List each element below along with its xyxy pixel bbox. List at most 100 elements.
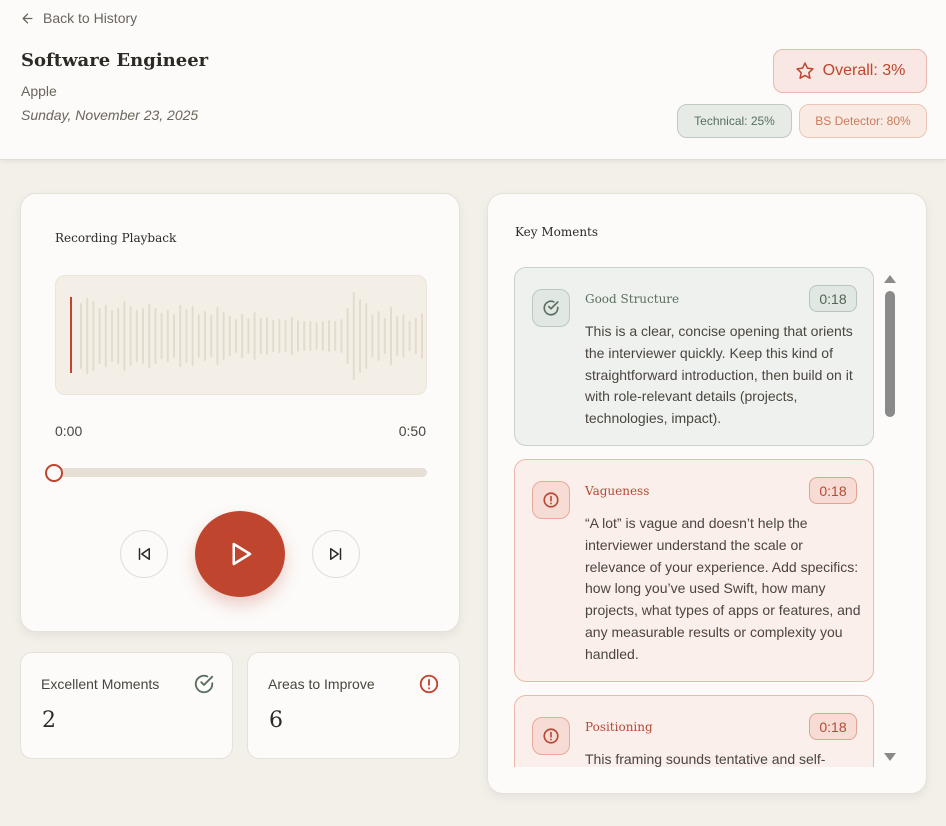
alert-circle-icon (543, 492, 559, 508)
waveform-bar (421, 313, 423, 359)
star-icon (795, 62, 814, 79)
overall-score-label: Overall: 3% (822, 62, 906, 79)
moment-timestamp[interactable]: 0:18 (809, 713, 857, 740)
check-circle-icon (543, 300, 559, 316)
areas-to-improve-count: 6 (269, 708, 283, 733)
total-time: 0:50 (398, 423, 426, 439)
play-button[interactable] (195, 511, 285, 597)
waveform-bar (123, 301, 126, 371)
moment-description: This framing sounds tentative and self- (585, 751, 826, 767)
waveform-bar (235, 319, 237, 353)
waveform-bar (396, 316, 399, 356)
waveform-bar (191, 306, 194, 366)
moment-label: Positioning (585, 720, 653, 734)
moment-label: Vagueness (585, 484, 650, 498)
waveform-bar (297, 320, 299, 352)
key-moments-list[interactable]: Good Structure 0:18 This is a clear, con… (514, 267, 876, 767)
progress-slider-thumb[interactable] (45, 464, 63, 482)
key-moment-item[interactable]: Positioning 0:18 This framing sounds ten… (514, 695, 874, 767)
scroll-down-arrow-icon[interactable] (883, 752, 897, 762)
waveform-bar (80, 303, 82, 369)
back-to-history-link[interactable]: Back to History (20, 9, 137, 27)
waveform-bar (408, 321, 411, 351)
moment-icon-box (532, 289, 570, 327)
audio-waveform[interactable] (55, 275, 427, 395)
key-moments-card: Key Moments Good Structure 0:18 This is … (487, 193, 927, 794)
waveform-bar (92, 301, 95, 371)
scrollbar-thumb[interactable] (885, 291, 895, 417)
waveform-bar (414, 318, 417, 354)
waveform-bar (173, 314, 175, 358)
moment-icon-box (532, 717, 570, 755)
waveform-bar (160, 313, 163, 359)
areas-to-improve-label: Areas to Improve (268, 676, 375, 692)
playhead-marker (70, 297, 72, 373)
waveform-bar (290, 317, 293, 355)
waveform-bar (148, 304, 151, 368)
waveform-bar (259, 318, 262, 354)
waveform-bar (204, 311, 206, 361)
moment-icon-box (532, 481, 570, 519)
progress-slider-track[interactable] (55, 468, 427, 477)
overall-score-badge: Overall: 3% (773, 49, 927, 93)
waveform-bar (352, 292, 355, 380)
waveform-bar (266, 317, 268, 355)
moment-timestamp[interactable]: 0:18 (809, 477, 857, 504)
areas-to-improve-card: Areas to Improve 6 (247, 652, 460, 759)
waveform-bar (377, 311, 380, 361)
waveform-bar (346, 308, 349, 364)
alert-circle-icon (543, 728, 559, 744)
waveform-bar (303, 321, 306, 351)
waveform-bar (111, 310, 113, 362)
waveform-bar (247, 318, 250, 354)
excellent-moments-count: 2 (42, 708, 56, 733)
page-title: Software Engineer (21, 50, 209, 71)
waveform-bar (86, 298, 89, 374)
current-time: 0:00 (55, 423, 83, 439)
technical-score-badge: Technical: 25% (677, 104, 792, 138)
recording-playback-card: Recording Playback 0:00 0:50 (20, 193, 460, 632)
waveform-bars (70, 292, 423, 380)
play-icon (232, 542, 252, 566)
waveform-bar (117, 308, 120, 364)
waveform-bar (104, 305, 107, 367)
waveform-bar (390, 307, 392, 365)
skip-forward-button[interactable] (312, 530, 360, 578)
alert-circle-icon (419, 674, 439, 694)
interview-date: Sunday, November 23, 2025 (21, 107, 199, 123)
key-moment-item[interactable]: Good Structure 0:18 This is a clear, con… (514, 267, 874, 446)
recording-playback-title: Recording Playback (55, 231, 177, 245)
waveform-bar (135, 310, 138, 362)
waveform-bar (284, 320, 287, 352)
waveform-bar (309, 321, 312, 351)
moment-timestamp[interactable]: 0:18 (809, 285, 857, 312)
waveform-bar (129, 306, 132, 366)
waveform-bar (98, 308, 101, 364)
scroll-up-arrow-icon[interactable] (883, 274, 897, 284)
waveform-bar (340, 319, 343, 353)
waveform-bar (334, 321, 337, 351)
skip-forward-icon (330, 548, 342, 560)
waveform-bar (328, 320, 330, 352)
skip-back-button[interactable] (120, 530, 168, 578)
moment-description: “A lot” is vague and doesn’t help the in… (585, 515, 861, 662)
excellent-moments-label: Excellent Moments (41, 676, 160, 692)
waveform-bar (253, 312, 256, 360)
waveform-bar (383, 318, 386, 354)
key-moments-title: Key Moments (515, 225, 599, 239)
back-link-label[interactable]: Back to History (43, 10, 137, 26)
company-name: Apple (21, 83, 57, 99)
waveform-bar (216, 307, 219, 365)
excellent-moments-card: Excellent Moments 2 (20, 652, 233, 759)
page-header: Back to History Software Engineer Apple … (0, 0, 946, 160)
moment-description: This is a clear, concise opening that or… (585, 323, 853, 427)
waveform-bar (272, 320, 275, 352)
waveform-bar (402, 314, 405, 358)
waveform-bar (371, 314, 374, 358)
waveform-bar (179, 305, 182, 367)
waveform-bar (278, 319, 281, 353)
waveform-bar (241, 314, 244, 358)
moment-label: Good Structure (585, 292, 680, 306)
key-moment-item[interactable]: Vagueness 0:18 “A lot” is vague and does… (514, 459, 874, 682)
waveform-bar (185, 309, 188, 363)
